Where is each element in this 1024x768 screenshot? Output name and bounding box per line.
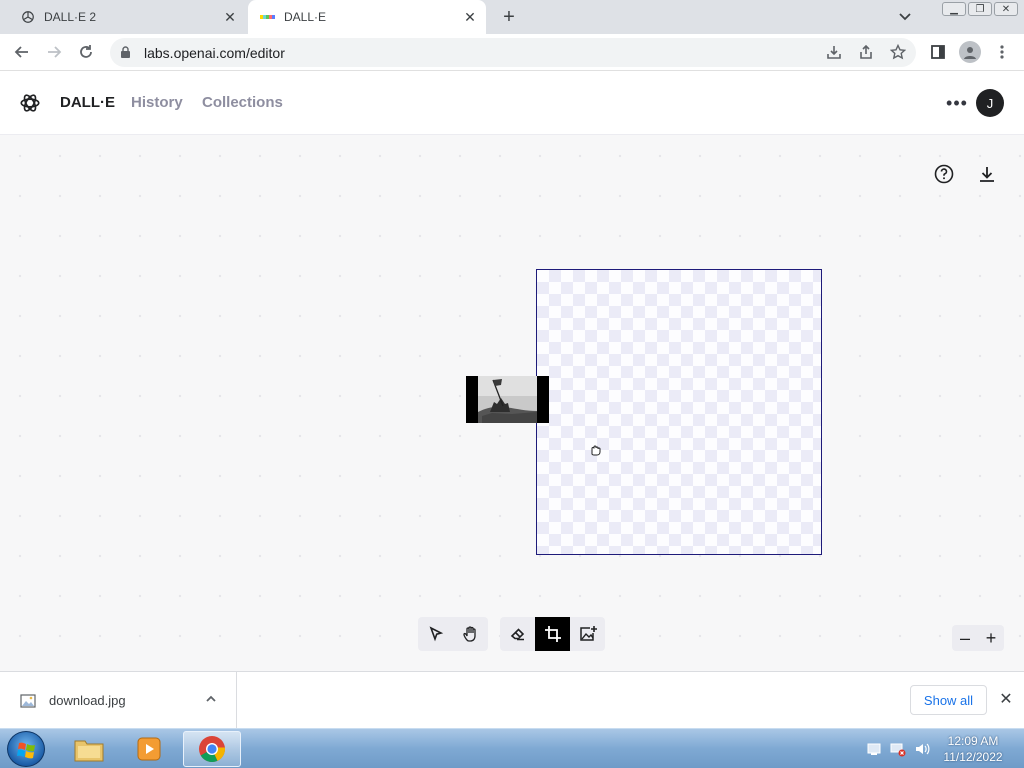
windows-taskbar: 12:09 AM 11/12/2022 xyxy=(0,728,1024,768)
user-avatar[interactable]: J xyxy=(976,89,1004,117)
file-explorer-taskbar-icon[interactable] xyxy=(60,731,118,767)
minimize-window-button[interactable]: ▁ xyxy=(942,2,966,16)
lock-icon xyxy=(120,46,134,59)
zoom-in-button[interactable]: + xyxy=(978,625,1004,651)
editor-tool-palette xyxy=(418,617,617,651)
nav-collections-link[interactable]: Collections xyxy=(202,94,283,111)
volume-speaker-icon[interactable] xyxy=(914,741,930,757)
more-options-icon[interactable]: ••• xyxy=(946,93,968,113)
upload-image-tool-icon[interactable] xyxy=(570,617,605,651)
hand-cursor-icon xyxy=(588,442,602,456)
clock-date: 11/12/2022 xyxy=(943,750,1003,764)
new-tab-button[interactable]: + xyxy=(498,6,520,28)
system-clock[interactable]: 12:09 AM 11/12/2022 xyxy=(940,733,1006,765)
close-tab-icon[interactable]: ✕ xyxy=(220,7,240,27)
browser-tab-strip: DALL·E 2 ✕ DALL·E ✕ + ▁ ❐ ✕ xyxy=(0,0,1024,34)
download-item[interactable]: download.jpg xyxy=(0,672,237,728)
uploaded-image-thumbnail[interactable] xyxy=(466,376,549,423)
tab-title: DALL·E xyxy=(284,10,327,24)
address-bar[interactable]: labs.openai.com/editor xyxy=(110,38,916,67)
show-all-downloads-button[interactable]: Show all xyxy=(910,685,987,715)
download-icon[interactable] xyxy=(977,164,997,184)
clock-time: 12:09 AM xyxy=(947,734,999,748)
add-generation-frame-tool-icon[interactable] xyxy=(535,617,570,651)
download-shelf: download.jpg Show all ✕ xyxy=(0,671,1024,728)
forward-arrow-icon[interactable] xyxy=(44,42,64,62)
help-icon[interactable] xyxy=(934,164,954,184)
tab-dalle[interactable]: DALL·E ✕ xyxy=(248,0,486,34)
nav-history-link[interactable]: History xyxy=(131,94,183,111)
openai-logo-icon[interactable] xyxy=(19,92,41,114)
window-controls: ▁ ❐ ✕ xyxy=(942,2,1018,16)
back-arrow-icon[interactable] xyxy=(12,42,32,62)
chrome-taskbar-icon[interactable] xyxy=(183,731,241,767)
edit-tool-group xyxy=(500,617,605,651)
profile-avatar-icon[interactable] xyxy=(959,41,981,63)
openai-favicon-icon xyxy=(20,9,36,25)
image-file-icon xyxy=(20,693,36,709)
install-app-icon[interactable] xyxy=(824,42,844,62)
browser-toolbar: labs.openai.com/editor xyxy=(0,34,1024,71)
tab-title: DALL·E 2 xyxy=(44,10,97,24)
app-header: DALL·E History Collections ••• J xyxy=(0,71,1024,135)
tab-search-chevron-icon[interactable] xyxy=(896,8,914,26)
chevron-up-icon[interactable] xyxy=(204,692,220,708)
start-button[interactable] xyxy=(7,731,45,767)
zoom-out-button[interactable]: – xyxy=(952,625,978,651)
close-tab-icon[interactable]: ✕ xyxy=(460,7,480,27)
network-disconnected-icon[interactable] xyxy=(890,741,906,757)
app-brand[interactable]: DALL·E xyxy=(60,94,115,111)
share-icon[interactable] xyxy=(856,42,876,62)
navigation-tool-group xyxy=(418,617,488,651)
restore-window-button[interactable]: ❐ xyxy=(968,2,992,16)
zoom-controls: – + xyxy=(952,625,1004,651)
action-center-flag-icon[interactable] xyxy=(866,741,882,757)
close-window-button[interactable]: ✕ xyxy=(994,2,1018,16)
select-tool-icon[interactable] xyxy=(418,617,453,651)
pan-hand-tool-icon[interactable] xyxy=(453,617,488,651)
tab-dalle-2[interactable]: DALL·E 2 ✕ xyxy=(8,0,246,34)
close-download-shelf-icon[interactable]: ✕ xyxy=(997,690,1015,708)
reload-icon[interactable] xyxy=(76,42,96,62)
generation-frame[interactable] xyxy=(536,269,822,555)
download-file-name: download.jpg xyxy=(49,693,126,708)
dalle-favicon-icon xyxy=(260,9,276,25)
media-player-taskbar-icon[interactable] xyxy=(120,731,178,767)
url-text: labs.openai.com/editor xyxy=(144,44,285,61)
bookmark-star-icon[interactable] xyxy=(888,42,908,62)
browser-menu-kebab-icon[interactable] xyxy=(992,42,1012,62)
eraser-tool-icon[interactable] xyxy=(500,617,535,651)
side-panel-icon[interactable] xyxy=(928,42,948,62)
